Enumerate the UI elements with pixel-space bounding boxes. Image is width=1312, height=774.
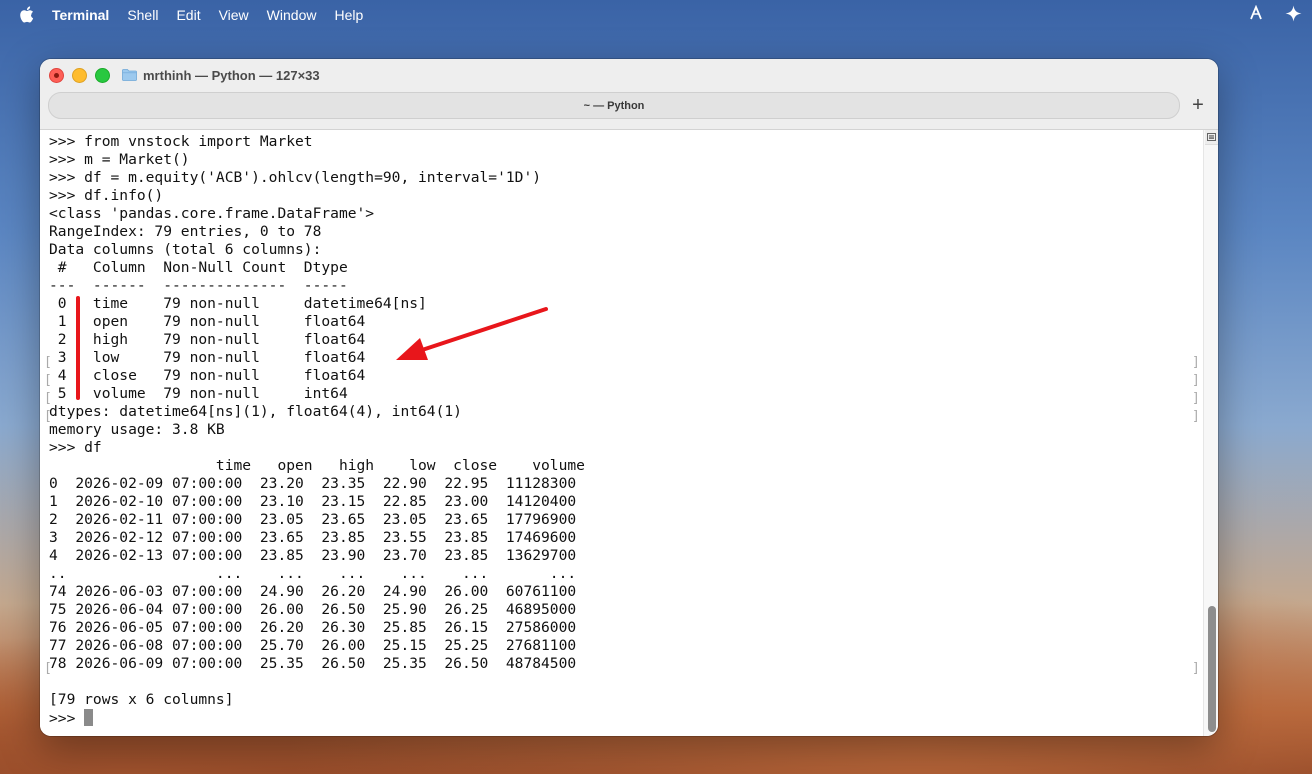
terminal-line: 1 2026-02-10 07:00:00 23.10 23.15 22.85 … — [49, 493, 577, 510]
annotation-arrow-icon — [396, 307, 548, 360]
menu-bar: Terminal Shell Edit View Window Help — [0, 0, 1312, 29]
terminal-line: 74 2026-06-03 07:00:00 24.90 26.20 24.90… — [49, 583, 577, 600]
vertical-scrollbar[interactable] — [1203, 130, 1218, 736]
terminal-window: mrthinh — Python — 127×33 ~ — Python + >… — [40, 59, 1218, 736]
terminal-line: >>> — [49, 709, 94, 727]
tab-python[interactable]: ~ — Python — [48, 92, 1180, 119]
bookmark-mark: [ — [44, 355, 52, 370]
title-bar: mrthinh — Python — 127×33 ~ — Python + — [40, 59, 1218, 130]
new-tab-button[interactable]: + — [1186, 93, 1210, 117]
terminal-line: RangeIndex: 79 entries, 0 to 78 — [49, 223, 322, 240]
text-cursor — [84, 709, 94, 726]
window-title-text: mrthinh — Python — 127×33 — [143, 67, 320, 83]
bookmark-mark: ] — [1192, 661, 1200, 676]
menu-shell[interactable]: Shell — [127, 7, 158, 23]
terminal-line: 78 2026-06-09 07:00:00 25.35 26.50 25.35… — [49, 655, 577, 672]
terminal-line: 2 2026-02-11 07:00:00 23.05 23.65 23.05 … — [49, 511, 577, 528]
terminal-line: 3 low 79 non-null float64 — [49, 349, 366, 366]
terminal-line: 0 time 79 non-null datetime64[ns] — [49, 295, 427, 312]
menu-view[interactable]: View — [219, 7, 249, 23]
close-button[interactable] — [49, 68, 64, 83]
terminal-line: >>> from vnstock import Market — [49, 133, 313, 150]
terminal-line: .. ... ... ... ... ... ... — [49, 565, 577, 582]
tab-title: ~ — Python — [583, 99, 645, 112]
terminal-line: memory usage: 3.8 KB — [49, 421, 225, 438]
menu-help[interactable]: Help — [334, 7, 363, 23]
menu-edit[interactable]: Edit — [176, 7, 200, 23]
scrollbar-thumb[interactable] — [1208, 606, 1216, 732]
terminal-line: 3 2026-02-12 07:00:00 23.65 23.85 23.55 … — [49, 529, 577, 546]
bookmark-mark: ] — [1192, 373, 1200, 388]
folder-icon — [122, 69, 137, 81]
terminal-line: 0 2026-02-09 07:00:00 23.20 23.35 22.90 … — [49, 475, 577, 492]
terminal-line: 75 2026-06-04 07:00:00 26.00 26.50 25.90… — [49, 601, 577, 618]
apple-icon[interactable] — [17, 6, 35, 24]
terminal-line: >>> m = Market() — [49, 151, 190, 168]
terminal-line: 1 open 79 non-null float64 — [49, 313, 366, 330]
terminal-line: # Column Non-Null Count Dtype — [49, 259, 348, 276]
terminal-line: time open high low close volume — [49, 457, 585, 474]
menu-app-terminal[interactable]: Terminal — [52, 7, 109, 23]
terminal-output[interactable]: >>> from vnstock import Market >>> m = Ma… — [40, 130, 1205, 736]
terminal-line: dtypes: datetime64[ns](1), float64(4), i… — [49, 403, 462, 420]
bookmark-mark: [ — [44, 661, 52, 676]
terminal-line: 2 high 79 non-null float64 — [49, 331, 366, 348]
terminal-line: 4 close 79 non-null float64 — [49, 367, 366, 384]
terminal-line: >>> df — [49, 439, 102, 456]
terminal-line: Data columns (total 6 columns): — [49, 241, 322, 258]
terminal-line: 4 2026-02-13 07:00:00 23.85 23.90 23.70 … — [49, 547, 577, 564]
annotation-red-bar — [76, 296, 80, 400]
terminal-line: <class 'pandas.core.frame.DataFrame'> — [49, 205, 375, 222]
minimize-button[interactable] — [72, 68, 87, 83]
zoom-button[interactable] — [95, 68, 110, 83]
bookmark-mark: ] — [1192, 355, 1200, 370]
terminal-line: 5 volume 79 non-null int64 — [49, 385, 348, 402]
terminal-line: 77 2026-06-08 07:00:00 25.70 26.00 25.15… — [49, 637, 577, 654]
terminal-line: >>> df.info() — [49, 187, 164, 204]
text-input-icon[interactable] — [1248, 5, 1264, 21]
bookmark-mark: [ — [44, 409, 52, 424]
close-dot-icon — [54, 73, 59, 78]
window-title: mrthinh — Python — 127×33 — [122, 66, 320, 84]
terminal-line: 76 2026-06-05 07:00:00 26.20 26.30 25.85… — [49, 619, 577, 636]
scrollbar-menu-icon[interactable] — [1205, 130, 1218, 145]
terminal-line: [79 rows x 6 columns] — [49, 691, 234, 708]
bookmark-mark: [ — [44, 391, 52, 406]
terminal-line: >>> df = m.equity('ACB').ohlcv(length=90… — [49, 169, 542, 186]
menu-window[interactable]: Window — [267, 7, 317, 23]
sparkle-icon[interactable] — [1285, 5, 1302, 22]
bookmark-mark: [ — [44, 373, 52, 388]
bookmark-mark: ] — [1192, 409, 1200, 424]
terminal-line: --- ------ -------------- ----- — [49, 277, 348, 294]
bookmark-mark: ] — [1192, 391, 1200, 406]
